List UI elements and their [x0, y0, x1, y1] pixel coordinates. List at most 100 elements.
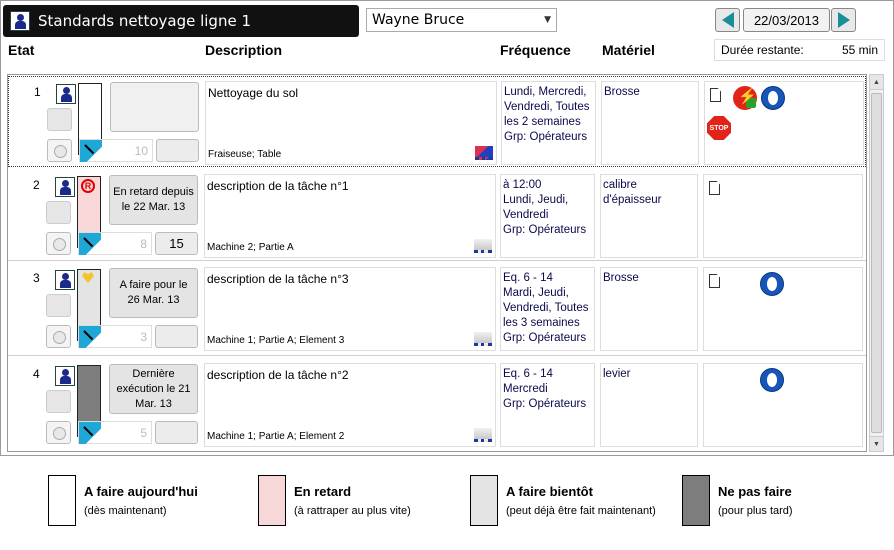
legend-sub-late: (à rattraper au plus vite) [294, 505, 411, 517]
validate-button[interactable] [47, 139, 72, 162]
validate-button[interactable] [46, 325, 71, 348]
app-window: Standards nettoyage ligne 1 Wayne Bruce … [0, 0, 894, 456]
next-date-button[interactable] [831, 8, 856, 32]
row-number: 1 [34, 85, 41, 99]
task-description[interactable]: description de la tâche n°1 Machine 2; P… [204, 174, 496, 258]
status-button[interactable]: En retard depuis le 22 Mar. 13 [109, 175, 198, 225]
document-icon[interactable] [710, 88, 721, 102]
operator-icon [10, 11, 30, 31]
row-number: 4 [33, 367, 40, 381]
count-button[interactable] [155, 325, 198, 348]
task-material: calibre d'épaisseur [600, 174, 698, 258]
task-icons [703, 267, 863, 351]
safety-helmet-icon [760, 272, 784, 296]
scroll-up-icon[interactable]: ▲ [870, 75, 883, 90]
task-title: description de la tâche n°2 [207, 368, 349, 382]
legend-swatch-soon [470, 475, 498, 526]
duration-gauge[interactable]: 5 [78, 421, 152, 444]
machine-image-icon[interactable] [474, 428, 492, 442]
legend-title-dont: Ne pas faire [718, 484, 792, 499]
task-icons [703, 363, 863, 447]
legend-swatch-late [258, 475, 286, 526]
task-row[interactable]: 2 R En retard depuis le 22 Mar. 13 8 15 … [8, 170, 866, 261]
task-title: description de la tâche n°3 [207, 272, 349, 286]
remaining-duration: Durée restante: 55 min [714, 39, 885, 61]
legend-title-today: A faire aujourd'hui [84, 484, 198, 499]
validate-button[interactable] [46, 232, 71, 255]
task-frequency: Lundi, Mercredi, Vendredi, Toutes les 2 … [501, 81, 596, 165]
task-icons: STOP [704, 81, 864, 165]
remaining-label: Durée restante: [721, 43, 804, 57]
comment-button[interactable] [47, 108, 72, 131]
gauge-value: 8 [140, 237, 147, 251]
task-row[interactable]: 1 10 Nettoyage du sol Fraiseuse; Table L… [8, 76, 866, 167]
legend-sub-soon: (peut déjà être fait maintenant) [506, 505, 656, 517]
operator-icon [55, 270, 75, 290]
lock-icon [746, 98, 756, 108]
task-row[interactable]: 4 Dernière exécution le 21 Mar. 13 5 des… [8, 359, 866, 451]
machine-image-icon[interactable] [475, 146, 493, 160]
count-button[interactable] [155, 421, 198, 444]
task-icons [703, 174, 863, 258]
duration-gauge[interactable]: 8 [78, 232, 152, 255]
registered-icon: R [81, 179, 95, 193]
user-name: Wayne Bruce [372, 12, 465, 28]
electric-danger-icon [733, 86, 757, 110]
status-button[interactable]: A faire pour le 26 Mar. 13 [109, 268, 198, 318]
status-button[interactable]: Dernière exécution le 21 Mar. 13 [109, 364, 198, 414]
date-display: 22/03/2013 [743, 8, 830, 32]
comment-button[interactable] [46, 201, 71, 224]
task-title: Nettoyage du sol [208, 86, 299, 100]
count-button[interactable]: 15 [155, 232, 198, 255]
gauge-value: 10 [134, 144, 148, 158]
safety-helmet-icon [761, 86, 785, 110]
task-description[interactable]: description de la tâche n°2 Machine 1; P… [204, 363, 496, 447]
document-icon[interactable] [709, 181, 720, 195]
column-header-etat: Etat [8, 42, 35, 58]
stop-sign-icon: STOP [707, 116, 731, 140]
legend-sub-dont: (pour plus tard) [718, 505, 793, 517]
user-dropdown[interactable]: Wayne Bruce ▼ [366, 8, 557, 32]
comment-button[interactable] [46, 294, 71, 317]
remaining-value: 55 min [841, 43, 878, 57]
title-bar: Standards nettoyage ligne 1 [3, 5, 359, 37]
task-material: Brosse [600, 267, 698, 351]
document-icon[interactable] [709, 274, 720, 288]
comment-button[interactable] [46, 390, 71, 413]
task-description[interactable]: description de la tâche n°3 Machine 1; P… [204, 267, 496, 351]
duration-gauge[interactable]: 10 [79, 139, 153, 162]
machine-image-icon[interactable] [474, 332, 492, 346]
chevron-down-icon: ▼ [544, 15, 551, 25]
task-frequency: à 12:00 Lundi, Jeudi, Vendredi Grp: Opér… [500, 174, 595, 258]
operator-icon [55, 366, 75, 386]
legend-swatch-today [48, 475, 76, 526]
legend-sub-today: (dès maintenant) [84, 505, 167, 517]
machine-image-icon[interactable] [474, 239, 492, 253]
task-location: Machine 1; Partie A; Element 3 [207, 335, 345, 346]
row-number: 2 [33, 178, 40, 192]
legend-title-soon: A faire bientôt [506, 484, 593, 499]
task-location: Machine 1; Partie A; Element 2 [207, 431, 345, 442]
vertical-scrollbar[interactable]: ▲ ▼ [869, 74, 884, 452]
task-description[interactable]: Nettoyage du sol Fraiseuse; Table [205, 81, 497, 165]
task-frequency: Eq. 6 - 14 Mardi, Jeudi, Vendredi, Toute… [500, 267, 595, 351]
status-button[interactable] [110, 82, 199, 132]
task-frequency: Eq. 6 - 14 Mercredi Grp: Opérateurs [500, 363, 595, 447]
task-title: description de la tâche n°1 [207, 179, 349, 193]
task-location: Machine 2; Partie A [207, 242, 294, 253]
validate-button[interactable] [46, 421, 71, 444]
count-button[interactable] [156, 139, 199, 162]
heart-icon [82, 272, 94, 283]
scroll-down-icon[interactable]: ▼ [870, 436, 883, 451]
column-header-frequence: Fréquence [500, 42, 571, 58]
operator-icon [55, 177, 75, 197]
previous-date-button[interactable] [715, 8, 740, 32]
task-row[interactable]: 3 A faire pour le 26 Mar. 13 3 descripti… [8, 263, 866, 356]
duration-gauge[interactable]: 3 [78, 325, 152, 348]
legend-swatch-dont [682, 475, 710, 526]
gauge-value: 5 [140, 426, 147, 440]
row-number: 3 [33, 271, 40, 285]
scroll-thumb[interactable] [871, 93, 882, 433]
column-header-materiel: Matériel [602, 42, 655, 58]
column-header-description: Description [205, 42, 283, 58]
